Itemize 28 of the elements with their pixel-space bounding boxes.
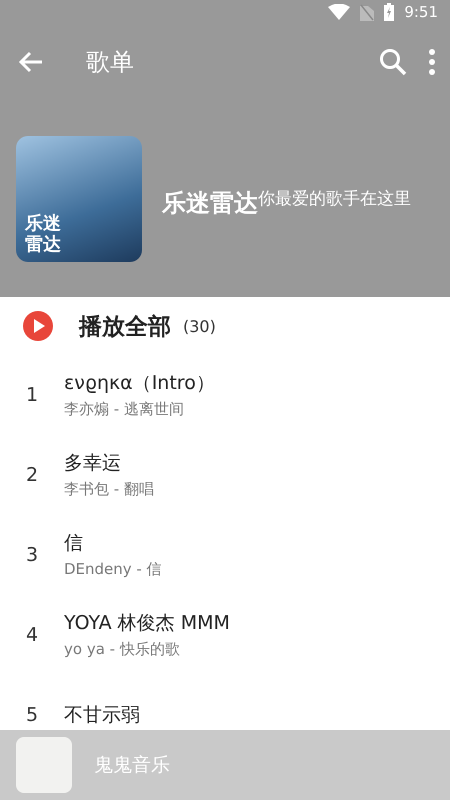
song-title[interactable]: 信 [64,532,162,554]
song-artist: 李书包 - 翻唱 [64,480,154,498]
page-title: 歌单 [86,47,135,78]
track-number: 5 [24,704,40,726]
song-artist: 李亦煽 - 逃离世间 [64,400,185,418]
playlist-title: 乐迷雷达 [162,188,258,218]
song-artist: DEndeny - 信 [64,560,162,578]
track-number: 4 [24,624,40,646]
album-cover [16,737,72,793]
play-icon[interactable] [22,310,54,342]
song-title[interactable]: 多幸运 [64,452,154,474]
playlist-cover[interactable]: 乐迷 雷达 [16,136,142,262]
song-title[interactable]: YOYA 林俊杰 MMM [64,612,230,634]
status-time: 9:51 [404,3,438,21]
song-artist: yo ya - 快乐的歌 [64,640,181,658]
song-count: (30) [183,316,216,336]
no-sim-icon [360,4,374,20]
cover-text: 雷达 [25,234,61,256]
wifi-icon [328,4,350,20]
song-title[interactable]: ενϱηκα（Intro） [64,372,215,394]
song-title[interactable]: 不甘示弱 [64,704,140,726]
track-number: 1 [24,384,40,406]
battery-charging-icon [384,3,394,21]
cover-text: 乐迷 [25,214,61,234]
play-all-button[interactable]: 播放全部 [79,310,171,342]
playlist-description: 你最爱的歌手在这里 [258,188,411,210]
track-number: 3 [24,544,40,566]
track-number: 2 [24,464,40,486]
